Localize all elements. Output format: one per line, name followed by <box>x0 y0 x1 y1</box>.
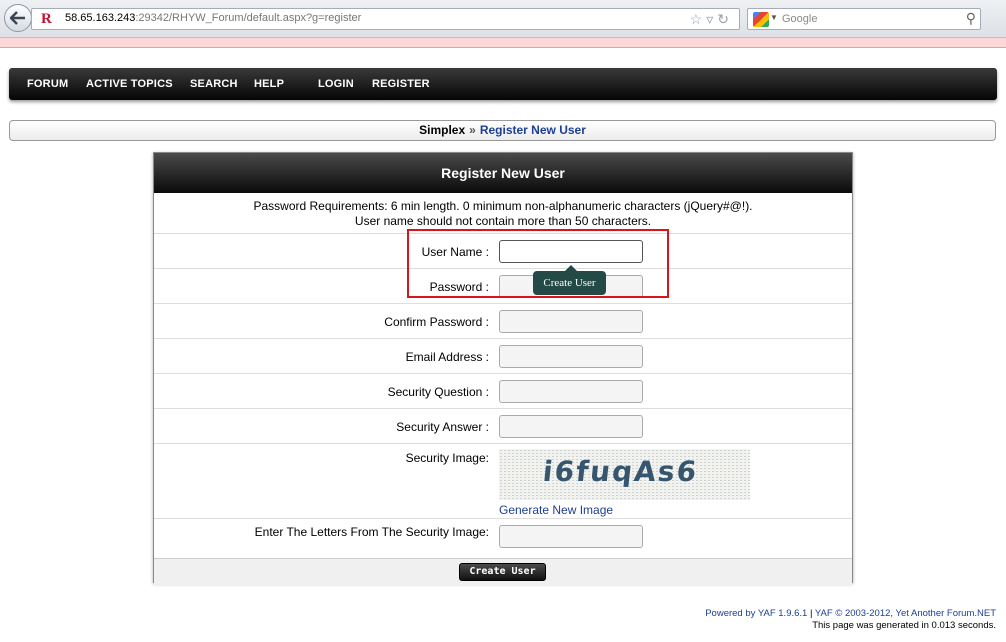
requirements-line-2: User name should not contain more than 5… <box>354 214 652 228</box>
captcha-entry-row: Enter The Letters From The Security Imag… <box>154 519 852 558</box>
nav-login[interactable]: LOGIN <box>318 78 354 90</box>
page-generated-text: This page was generated in 0.013 seconds… <box>812 620 996 631</box>
captcha-image: i6fuqAs6 <box>499 449 750 500</box>
breadcrumb-home[interactable]: Simplex <box>419 123 465 137</box>
captcha-text: i6fuqAs6 <box>541 455 700 488</box>
footer-powered-line: Powered by YAF 1.9.6.1 | YAF © 2003-2012… <box>705 608 996 620</box>
back-arrow-icon <box>10 11 25 25</box>
security-answer-input[interactable] <box>499 415 643 438</box>
breadcrumb-separator: » <box>469 123 476 137</box>
password-label: Password : <box>429 280 489 294</box>
browser-search-box[interactable]: ▼ Google ⚲ <box>747 8 981 30</box>
nav-active-topics[interactable]: ACTIVE TOPICS <box>86 78 173 90</box>
url-actions: ☆▿↻ <box>690 11 733 28</box>
password-requirements: Password Requirements: 6 min length. 0 m… <box>154 193 852 234</box>
security-question-label: Security Question : <box>387 385 489 399</box>
username-input[interactable] <box>499 240 643 263</box>
nav-search[interactable]: SEARCH <box>190 78 238 90</box>
username-label: User Name : <box>421 245 489 259</box>
email-input[interactable] <box>499 345 643 368</box>
google-icon[interactable] <box>753 12 769 27</box>
create-user-tooltip: Create User <box>533 271 606 295</box>
powered-by-link[interactable]: Powered by <box>705 608 755 619</box>
register-panel: Register New User Password Requirements:… <box>153 152 853 586</box>
security-question-input[interactable] <box>499 380 643 403</box>
main-nav: FORUM ACTIVE TOPICS SEARCH HELP LOGIN RE… <box>9 68 997 100</box>
security-image-row: Security Image: i6fuqAs6 Generate New Im… <box>154 444 852 519</box>
submit-row: Create User <box>154 558 852 586</box>
yaf-copyright-link[interactable]: YAF © 2003-2012, Yet Another Forum.NET <box>815 608 996 619</box>
requirements-line-1: Password Requirements: 6 min length. 0 m… <box>253 199 753 213</box>
create-user-button[interactable]: Create User <box>459 563 546 581</box>
search-icon[interactable]: ⚲ <box>966 10 976 27</box>
security-image-label: Security Image: <box>405 451 489 465</box>
notice-strip <box>0 38 1006 48</box>
nav-forum[interactable]: FORUM <box>27 78 68 90</box>
confirm-password-input[interactable] <box>499 310 643 333</box>
captcha-entry-label: Enter The Letters From The Security Imag… <box>254 525 489 539</box>
nav-help[interactable]: HELP <box>254 78 284 90</box>
username-row: User Name : <box>154 234 852 269</box>
footer: Powered by YAF 1.9.6.1 | YAF © 2003-2012… <box>705 608 996 632</box>
address-bar[interactable]: R 58.65.163.243:29342/RHYW_Forum/default… <box>31 8 740 30</box>
security-answer-label: Security Answer : <box>396 420 489 434</box>
dropdown-icon[interactable]: ▿ <box>706 11 717 27</box>
confirm-password-label: Confirm Password : <box>384 315 489 329</box>
back-button[interactable] <box>4 4 32 32</box>
engine-dropdown-icon[interactable]: ▼ <box>770 13 778 22</box>
email-row: Email Address : <box>154 339 852 374</box>
password-row: Password : <box>154 269 852 304</box>
reload-icon[interactable]: ↻ <box>717 11 733 27</box>
captcha-entry-input[interactable] <box>499 525 643 548</box>
security-answer-row: Security Answer : <box>154 409 852 444</box>
url-text: 58.65.163.243:29342/RHYW_Forum/default.a… <box>65 12 362 24</box>
breadcrumb-current[interactable]: Register New User <box>480 123 586 137</box>
nav-register[interactable]: REGISTER <box>372 78 430 90</box>
generate-new-image-link[interactable]: Generate New Image <box>499 503 613 517</box>
browser-toolbar: R 58.65.163.243:29342/RHYW_Forum/default… <box>0 0 1006 38</box>
footer-separator: | <box>809 608 813 619</box>
email-label: Email Address : <box>405 350 489 364</box>
security-question-row: Security Question : <box>154 374 852 409</box>
bookmark-star-icon[interactable]: ☆ <box>690 11 707 27</box>
breadcrumb: Simplex » Register New User <box>9 120 996 141</box>
yaf-version-link[interactable]: YAF 1.9.6.1 <box>758 608 807 619</box>
search-placeholder: Google <box>782 13 818 25</box>
site-favicon-icon: R <box>41 11 52 27</box>
confirm-password-row: Confirm Password : <box>154 304 852 339</box>
panel-title: Register New User <box>154 153 852 193</box>
